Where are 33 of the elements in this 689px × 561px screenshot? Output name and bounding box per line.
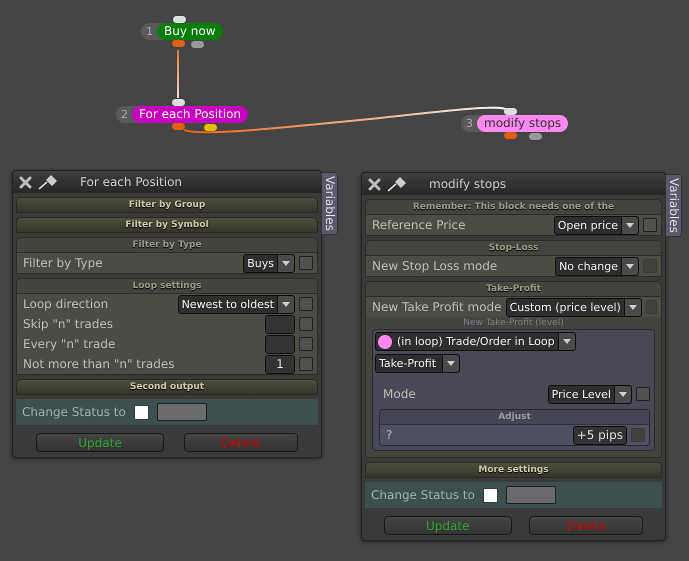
number-field[interactable]: 1 — [265, 354, 295, 374]
source-dropdown[interactable]: (in loop) Trade/Order in Loop — [375, 332, 576, 351]
field-label: New Take Profit mode — [372, 300, 502, 314]
section-header[interactable]: Filter by Symbol — [16, 217, 318, 233]
node-label[interactable]: modify stops — [477, 115, 568, 132]
field-label: Every "n" trade — [23, 337, 116, 351]
dropdown[interactable]: Newest to oldest — [178, 294, 295, 314]
field-label: Not more than "n" trades — [23, 357, 176, 371]
section-header[interactable]: Filter by Group — [16, 197, 318, 213]
field-label: New Stop Loss mode — [372, 259, 498, 273]
update-button[interactable]: Update — [384, 516, 512, 535]
dropdown[interactable]: Price Level — [548, 384, 632, 404]
field-label: Reference Price — [372, 218, 467, 232]
panel-title: For each Position — [80, 175, 182, 189]
field-label: Mode — [383, 387, 417, 401]
side-tab[interactable]: Variables — [321, 172, 338, 235]
field-label: Filter by Type — [23, 256, 104, 270]
node-label[interactable]: For each Position — [132, 106, 248, 123]
group-header: Adjust — [380, 410, 649, 425]
dropdown[interactable]: Take-Profit — [375, 354, 460, 373]
field-label: ? — [386, 428, 394, 442]
update-button[interactable]: Update — [36, 433, 164, 452]
dropdown[interactable]: Buys — [243, 254, 295, 272]
field-label: Change Status to — [22, 405, 126, 419]
field-label: Change Status to — [371, 488, 475, 502]
side-tab[interactable]: Variables — [665, 174, 682, 237]
section-header[interactable]: More settings — [365, 462, 662, 478]
field-label: Loop direction — [23, 297, 110, 311]
section-header[interactable]: Second output — [16, 379, 318, 395]
field-label: Skip "n" trades — [23, 317, 114, 331]
node-label[interactable]: Buy now — [157, 23, 223, 40]
dropdown[interactable]: Open price — [554, 216, 639, 234]
panel-title: modify stops — [429, 177, 506, 191]
